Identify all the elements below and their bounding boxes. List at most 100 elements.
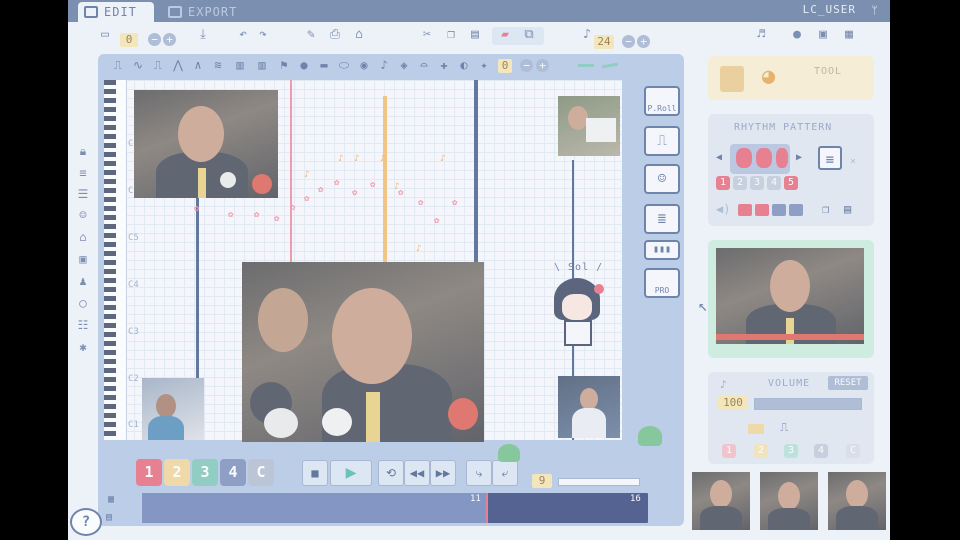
sine-wave-icon[interactable]: ∿	[130, 57, 146, 73]
rhythm-color-chip[interactable]	[789, 204, 803, 216]
pencil-icon[interactable]: ✎	[302, 27, 320, 43]
prev-arrow-icon[interactable]: ◀	[716, 152, 722, 163]
rhythm-number-5[interactable]: 5	[784, 176, 798, 190]
wave-small-icon[interactable]: ⎍	[780, 420, 788, 435]
track-4-button[interactable]: 4	[220, 459, 246, 486]
rhythm-color-chip[interactable]	[738, 204, 752, 216]
list-icon[interactable]: ≡	[74, 166, 92, 180]
volume-track-3[interactable]: 3	[784, 444, 798, 458]
octave-plus-button[interactable]: +	[536, 59, 549, 72]
character-icon[interactable]	[720, 66, 744, 92]
line-tool-icon[interactable]	[578, 64, 594, 67]
cymbal-icon[interactable]: ◉	[356, 57, 372, 73]
page-minus-button[interactable]: −	[148, 33, 161, 46]
person-icon[interactable]: ♟	[74, 274, 92, 288]
play-button[interactable]: ▶	[330, 460, 372, 486]
repeat-right-button[interactable]: ⤷	[466, 460, 492, 486]
bus-icon[interactable]: ▣	[74, 252, 92, 266]
window-icon[interactable]: ▣	[814, 27, 832, 43]
note[interactable]: ✿	[194, 205, 203, 214]
flag-icon[interactable]: ⚑	[276, 57, 292, 73]
help-button[interactable]: ?	[70, 508, 102, 536]
tempo-minus-button[interactable]: −	[622, 35, 635, 48]
track-c-button[interactable]: C	[248, 459, 274, 486]
duplicate-icon[interactable]: ⧉	[520, 27, 538, 43]
slope-tool-icon[interactable]	[601, 62, 619, 69]
bomb-icon[interactable]: ●	[788, 27, 806, 43]
page-plus-button[interactable]: +	[163, 33, 176, 46]
next-arrow-icon[interactable]: ▶	[796, 152, 802, 163]
rhythm-number-4[interactable]: 4	[767, 176, 781, 190]
bell-icon[interactable]: ⌓	[416, 57, 432, 73]
face-button[interactable]: ☺	[644, 164, 680, 194]
circle-icon[interactable]: ◯	[74, 296, 92, 310]
octave-minus-button[interactable]: −	[520, 59, 533, 72]
drum-icon[interactable]: ▬	[316, 57, 332, 73]
rhythm-color-chip[interactable]	[772, 204, 786, 216]
smile-icon[interactable]: ☺	[74, 208, 92, 222]
folder-icon[interactable]: ▭	[96, 27, 114, 43]
paste-pattern-icon[interactable]: ▤	[844, 202, 851, 216]
stamp-icon[interactable]: ⌂	[350, 27, 368, 43]
scissors-icon[interactable]: ✂	[418, 27, 436, 43]
note[interactable]: ♪	[338, 155, 347, 164]
speed-slider[interactable]	[558, 478, 640, 486]
saw-wave-icon[interactable]: ⋀	[170, 57, 186, 73]
list-bold-icon[interactable]: ☰	[74, 187, 92, 201]
volume-track-c[interactable]: C	[846, 444, 860, 458]
speaker-icon[interactable]: ◀)	[716, 202, 730, 216]
piano-roll-button[interactable]: P.Roll	[644, 86, 680, 116]
pro-button[interactable]: PRO	[644, 268, 680, 298]
note[interactable]: ✿	[398, 189, 407, 198]
piano-keyboard[interactable]	[104, 80, 127, 440]
volume-slider[interactable]	[754, 398, 862, 410]
forward-button[interactable]: ▶▶	[430, 460, 456, 486]
note[interactable]: ✿	[370, 181, 379, 190]
tempo-plus-button[interactable]: +	[637, 35, 650, 48]
rhythm-pattern-preview[interactable]	[730, 144, 790, 174]
note[interactable]: ✿	[228, 211, 237, 220]
volume-reset-button[interactable]: RESET	[828, 376, 868, 390]
tab-edit[interactable]: EDIT	[78, 2, 154, 22]
repeat-left-button[interactable]: ⤶	[492, 460, 518, 486]
note[interactable]: ✿	[304, 195, 313, 204]
gallery-icon[interactable]: ▦	[840, 27, 858, 43]
snare-icon[interactable]: ⬭	[336, 57, 352, 73]
rhythm-list-button[interactable]: ≡	[818, 146, 842, 170]
note[interactable]: ✿	[254, 211, 263, 220]
lock-icon[interactable]: 🔒︎	[74, 144, 92, 159]
list-star-icon[interactable]: ✱	[74, 340, 92, 354]
color-bar-button[interactable]: ▮▮▮	[644, 240, 680, 260]
note[interactable]: ♪	[440, 155, 449, 164]
volume-track-1[interactable]: 1	[722, 444, 736, 458]
keyboard-icon[interactable]: ▥	[232, 57, 248, 73]
list-numbered-icon[interactable]: ☷	[74, 318, 92, 332]
note[interactable]: ✿	[452, 199, 461, 208]
note[interactable]: ♪	[394, 183, 403, 192]
rhythm-number-3[interactable]: 3	[750, 176, 764, 190]
wave-up-button[interactable]: ⎍	[644, 126, 680, 156]
stop-button[interactable]: ■	[302, 460, 328, 486]
thumbnail-1[interactable]	[692, 472, 750, 530]
track-2-button[interactable]: 2	[164, 459, 190, 486]
note[interactable]: ✿	[318, 186, 327, 195]
square-wave-icon[interactable]: ⎍	[110, 57, 126, 73]
layers-button[interactable]: ≣	[644, 204, 680, 234]
note[interactable]: ✿	[274, 215, 283, 224]
pencil-small-icon[interactable]	[748, 424, 764, 434]
rhythm-number-1[interactable]: 1	[716, 176, 730, 190]
note[interactable]: ✿	[418, 199, 427, 208]
note[interactable]: ✿	[434, 217, 443, 226]
printer-icon[interactable]: ⎙	[326, 27, 344, 43]
rhythm-close-icon[interactable]: ✕	[850, 156, 856, 167]
copy-pattern-icon[interactable]: ❐	[822, 202, 829, 216]
all-tracks-icon[interactable]: ▦	[108, 494, 114, 505]
loop-button[interactable]: ⟲	[378, 460, 404, 486]
download-icon[interactable]: ⤓	[194, 27, 212, 43]
pulse-wave-icon[interactable]: ⎍	[150, 57, 166, 73]
thumbnail-2[interactable]	[760, 472, 818, 530]
note[interactable]: ✿	[290, 204, 299, 213]
note[interactable]: ♪	[304, 171, 313, 180]
note[interactable]: ♪	[380, 155, 389, 164]
copy-icon[interactable]: ❐	[442, 27, 460, 43]
